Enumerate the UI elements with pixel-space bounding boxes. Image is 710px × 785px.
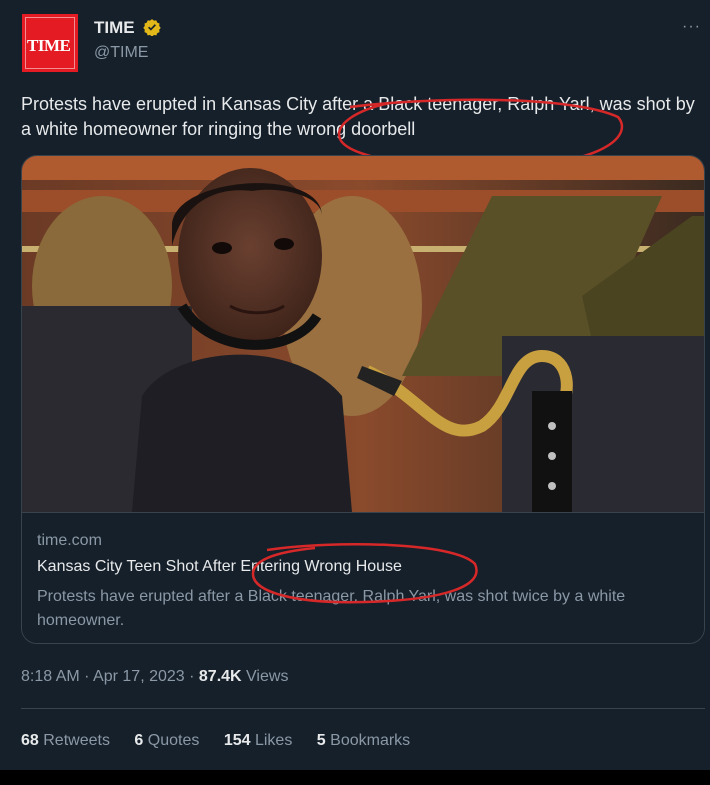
more-options-icon[interactable]: ··· (682, 18, 701, 36)
quotes-stat[interactable]: 6 Quotes (134, 732, 199, 750)
author-handle[interactable]: @TIME (94, 44, 148, 62)
tweet-text: Protests have erupted in Kansas City aft… (21, 94, 695, 139)
views-label: Views (246, 668, 289, 685)
card-domain: time.com (37, 532, 102, 549)
bookmarks-stat[interactable]: 5 Bookmarks (317, 732, 410, 750)
link-card[interactable]: time.com Kansas City Teen Shot After Ent… (21, 155, 705, 644)
retweets-stat[interactable]: 68 Retweets (21, 732, 110, 750)
divider (21, 708, 705, 709)
engagement-stats: 68 Retweets 6 Quotes 154 Likes 5 Bookmar… (21, 732, 430, 750)
avatar-logo: TIME (27, 36, 71, 55)
teen-with-clarinet-photo (22, 156, 704, 512)
avatar[interactable]: TIME (22, 14, 78, 72)
tweet-date[interactable]: Apr 17, 2023 (93, 668, 185, 685)
views-count: 87.4K (198, 668, 242, 685)
card-description: Protests have erupted after a Black teen… (37, 588, 626, 629)
tweet-time[interactable]: 8:18 AM (21, 668, 80, 685)
card-image[interactable] (22, 156, 704, 512)
author-name[interactable]: TIME (94, 18, 135, 38)
card-title: Kansas City Teen Shot After Entering Wro… (37, 558, 402, 575)
likes-stat[interactable]: 154 Likes (224, 732, 293, 750)
tweet: TIME TIME @TIME ··· Protests have erupte… (0, 0, 710, 770)
card-meta[interactable]: time.com Kansas City Teen Shot After Ent… (22, 512, 704, 643)
tweet-timestamp[interactable]: 8:18 AM · Apr 17, 2023 · 87.4K Views (21, 668, 288, 686)
verified-badge-icon (143, 19, 161, 36)
